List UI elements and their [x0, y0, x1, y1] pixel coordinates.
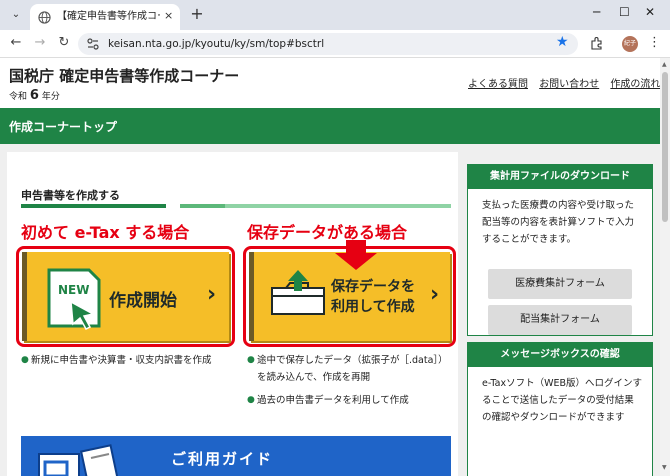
- tax-year-unit: 年分: [41, 92, 60, 102]
- download-box-text: 支払った医療費の内容や受け取った配当等の内容を表計算ソフトで入力することができま…: [482, 200, 635, 245]
- site-title: 国税庁 確定申告書等作成コーナー: [9, 67, 240, 85]
- browser-tab-bar: ⌄ 【確定申告書等作成コーナー】-作成 × + ─ ☐ ✕: [0, 0, 670, 30]
- tab-search-icon[interactable]: ⌄: [6, 6, 26, 24]
- message-box: メッセージボックスの確認 e-Taxソフト（WEB版）へログインすることで送信し…: [467, 342, 653, 476]
- reload-icon[interactable]: ↻: [56, 35, 72, 51]
- tab-close-icon[interactable]: ×: [164, 9, 173, 22]
- scroll-down-icon[interactable]: ▼: [662, 464, 667, 471]
- list-item: ● 過去の申告書データを利用して作成: [247, 392, 457, 409]
- address-toolbar: ← → ↻ keisan.nta.go.jp/kyoutu/ky/sm/top#…: [0, 30, 670, 58]
- extensions-icon[interactable]: [590, 36, 604, 50]
- minimize-icon[interactable]: ─: [593, 5, 600, 19]
- profile-avatar[interactable]: 紀子: [622, 36, 638, 52]
- download-box-title: 集計用ファイルのダウンロード: [468, 165, 652, 189]
- saved-data-label: 保存データがある場合: [247, 223, 408, 242]
- browser-menu-icon[interactable]: ⋮: [648, 35, 661, 50]
- contact-link[interactable]: お問い合わせ: [539, 79, 599, 90]
- bullet-icon: ●: [247, 395, 255, 405]
- list-item: ● 新規に申告書や決算書・収支内訳書を作成: [21, 352, 241, 369]
- list-item: ● 途中で保存したデータ（拡張子が［.data］）を読み込んで、作成を再開: [247, 352, 457, 386]
- workflow-link[interactable]: 作成の流れ: [610, 79, 660, 90]
- tab-title: 【確定申告書等作成コーナー】-作成: [57, 11, 160, 22]
- address-bar[interactable]: keisan.nta.go.jp/kyoutu/ky/sm/top#bsctrl…: [78, 33, 578, 55]
- start-creation-button[interactable]: NEW 作成開始 ›: [22, 252, 229, 341]
- start-button-label: 作成開始: [109, 291, 177, 311]
- red-down-arrow-icon: [335, 240, 377, 270]
- guide-documents-icon: [38, 444, 121, 476]
- download-box: 集計用ファイルのダウンロード 支払った医療費の内容や受け取った配当等の内容を表計…: [467, 164, 653, 336]
- window-close-icon[interactable]: ✕: [645, 5, 655, 19]
- content-area: 申告書等を作成する 初めて e-Tax する場合 保存データがある場合 NEW …: [0, 144, 660, 476]
- scroll-thumb[interactable]: [662, 72, 668, 222]
- chevron-right-icon: ›: [430, 282, 440, 307]
- faq-link[interactable]: よくある質問: [468, 79, 528, 90]
- header-links: よくある質問 お問い合わせ 作成の流れ: [468, 75, 660, 90]
- maximize-icon[interactable]: ☐: [619, 5, 630, 19]
- dividend-form-button[interactable]: 配当集計フォーム: [488, 305, 632, 335]
- scroll-up-icon[interactable]: ▲: [662, 61, 667, 68]
- tax-year: 令和 6 年分: [9, 88, 60, 103]
- section-heading: 申告書等を作成する: [21, 189, 120, 202]
- resume-button-label-line2: 利用して作成: [331, 299, 415, 315]
- url-text[interactable]: keisan.nta.go.jp/kyoutu/ky/sm/top#bsctrl: [108, 37, 324, 51]
- folder-upload-icon: [271, 270, 325, 315]
- resume-button-label-line1: 保存データを: [331, 279, 415, 295]
- medical-expense-form-button[interactable]: 医療費集計フォーム: [488, 269, 632, 299]
- right-sidebar: 集計用ファイルのダウンロード 支払った医療費の内容や受け取った配当等の内容を表計…: [467, 152, 653, 476]
- bookmark-star-icon[interactable]: ★: [556, 34, 569, 50]
- message-box-title: メッセージボックスの確認: [468, 343, 652, 367]
- bullet-icon: ●: [247, 355, 255, 365]
- first-etax-label: 初めて e-Tax する場合: [21, 223, 190, 242]
- section-underline: [21, 204, 451, 208]
- back-arrow-icon[interactable]: ←: [8, 35, 24, 51]
- tax-year-era: 令和: [9, 92, 28, 102]
- resume-notes: ● 途中で保存したデータ（拡張子が［.data］）を読み込んで、作成を再開 ● …: [247, 352, 457, 415]
- new-badge-text: NEW: [58, 283, 89, 297]
- globe-icon: [38, 11, 51, 24]
- site-settings-icon[interactable]: [86, 37, 100, 51]
- start-notes: ● 新規に申告書や決算書・収支内訳書を作成: [21, 352, 241, 375]
- message-box-text: e-Taxソフト（WEB版）へログインすることで送信したデータの受付結果の確認や…: [482, 378, 642, 423]
- forward-arrow-icon[interactable]: →: [32, 35, 48, 51]
- web-page: 国税庁 確定申告書等作成コーナー 令和 6 年分 よくある質問 お問い合わせ 作…: [0, 58, 660, 476]
- new-tab-button[interactable]: +: [188, 5, 206, 23]
- section-title-bar: 作成コーナートップ: [0, 108, 660, 144]
- chevron-right-icon: ›: [207, 282, 217, 307]
- main-panel: 申告書等を作成する 初めて e-Tax する場合 保存データがある場合 NEW …: [7, 152, 458, 476]
- section-title: 作成コーナートップ: [9, 120, 118, 134]
- tax-year-number: 6: [29, 88, 39, 103]
- usage-guide-title: ご利用ガイド: [171, 450, 274, 468]
- usage-guide-banner[interactable]: ご利用ガイド: [21, 436, 451, 476]
- bullet-icon: ●: [21, 355, 29, 365]
- browser-tab[interactable]: 【確定申告書等作成コーナー】-作成 ×: [30, 4, 180, 30]
- page-scrollbar[interactable]: ▲ ▼: [660, 58, 670, 476]
- new-document-icon: NEW: [47, 268, 101, 330]
